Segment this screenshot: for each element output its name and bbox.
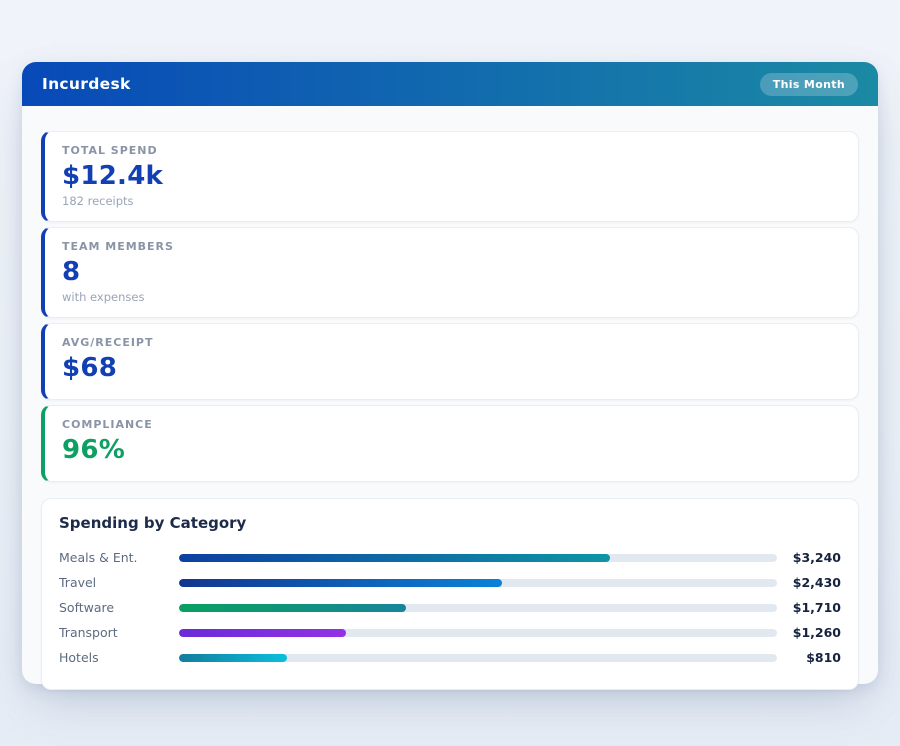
category-bar-fill — [179, 604, 406, 612]
chart-title: Spending by Category — [59, 514, 841, 532]
category-value: $3,240 — [777, 550, 841, 565]
category-value: $1,710 — [777, 600, 841, 615]
stat-value: $12.4k — [62, 161, 841, 191]
stat-card-total-spend: TOTAL SPEND $12.4k 182 receipts — [41, 131, 859, 222]
app-title: Incurdesk — [42, 75, 131, 93]
category-row: Travel $2,430 — [59, 570, 841, 595]
category-bar-track — [179, 604, 777, 612]
dashboard-content: TOTAL SPEND $12.4k 182 receipts TEAM MEM… — [22, 106, 878, 711]
category-row: Transport $1,260 — [59, 620, 841, 645]
app-header: Incurdesk This Month — [22, 62, 878, 106]
category-bar-fill — [179, 654, 287, 662]
stat-value: 96% — [62, 435, 841, 465]
category-row: Software $1,710 — [59, 595, 841, 620]
stat-value: 8 — [62, 257, 841, 287]
category-label: Travel — [59, 575, 179, 590]
stat-label: COMPLIANCE — [62, 418, 841, 431]
category-bar-track — [179, 579, 777, 587]
stat-label: TOTAL SPEND — [62, 144, 841, 157]
category-bar-fill — [179, 554, 610, 562]
stat-label: AVG/RECEIPT — [62, 336, 841, 349]
category-bar-fill — [179, 629, 346, 637]
spending-by-category-card: Spending by Category Meals & Ent. $3,240… — [41, 498, 859, 690]
category-row: Meals & Ent. $3,240 — [59, 545, 841, 570]
app-window: Incurdesk This Month TOTAL SPEND $12.4k … — [22, 62, 878, 684]
category-bar-track — [179, 554, 777, 562]
stat-subtext: 182 receipts — [62, 194, 841, 208]
period-badge[interactable]: This Month — [760, 73, 858, 96]
stat-card-compliance: COMPLIANCE 96% — [41, 405, 859, 482]
category-bar-track — [179, 654, 777, 662]
stat-card-team-members: TEAM MEMBERS 8 with expenses — [41, 227, 859, 318]
category-bar-track — [179, 629, 777, 637]
category-label: Meals & Ent. — [59, 550, 179, 565]
category-row: Hotels $810 — [59, 645, 841, 670]
stat-subtext: with expenses — [62, 290, 841, 304]
stat-value: $68 — [62, 353, 841, 383]
category-label: Software — [59, 600, 179, 615]
category-label: Hotels — [59, 650, 179, 665]
category-value: $1,260 — [777, 625, 841, 640]
category-bar-fill — [179, 579, 502, 587]
category-label: Transport — [59, 625, 179, 640]
category-value: $2,430 — [777, 575, 841, 590]
category-rows: Meals & Ent. $3,240 Travel $2,430 Softwa… — [59, 545, 841, 670]
category-value: $810 — [777, 650, 841, 665]
stat-card-avg-receipt: AVG/RECEIPT $68 — [41, 323, 859, 400]
stat-label: TEAM MEMBERS — [62, 240, 841, 253]
